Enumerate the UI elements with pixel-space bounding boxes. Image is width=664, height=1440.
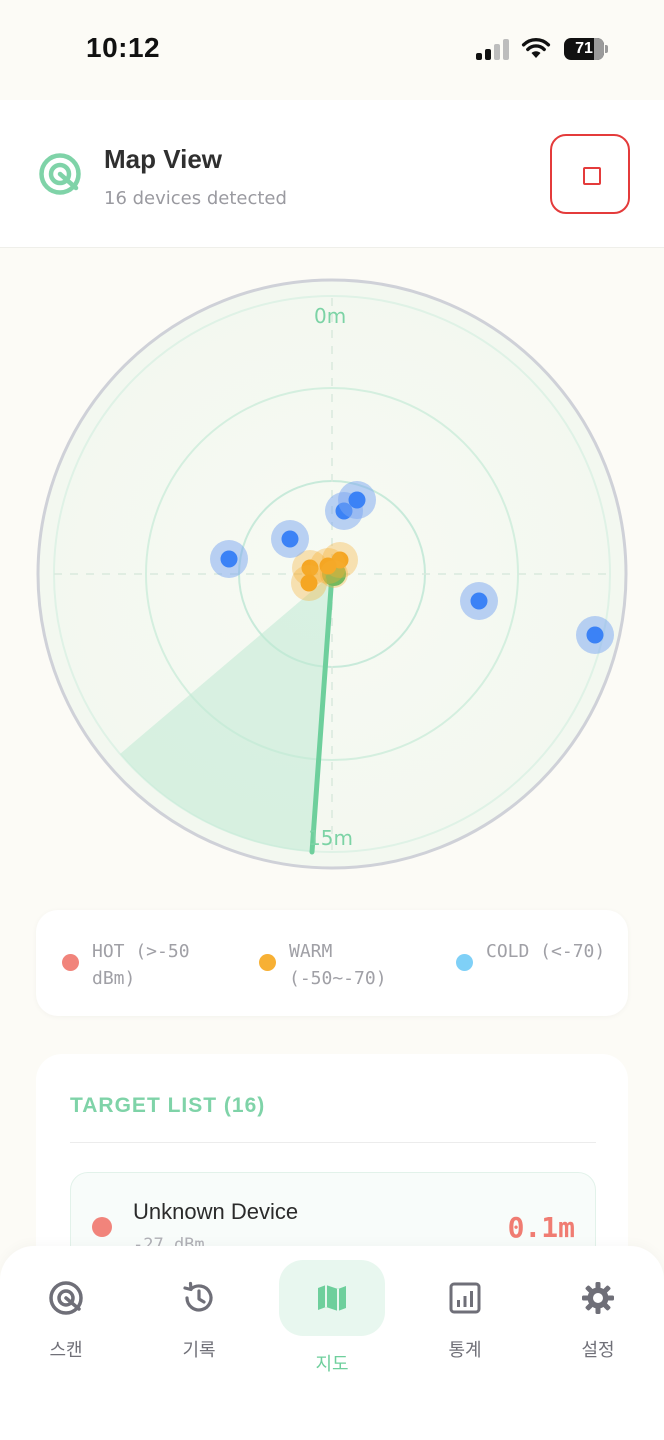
nav-label: 지도 — [315, 1354, 349, 1375]
chart-icon — [449, 1282, 481, 1314]
device-name: Unknown Device — [133, 1199, 299, 1224]
device-count: 16 devices detected — [104, 188, 287, 209]
nav-label: 통계 — [448, 1340, 482, 1361]
radar-icon — [49, 1281, 83, 1315]
device-distance: 0.1m — [507, 1211, 575, 1244]
nav-item-settings[interactable]: 설정 — [543, 1260, 653, 1372]
device-marker-warm[interactable] — [320, 560, 348, 588]
gear-icon — [582, 1282, 614, 1314]
status-time: 10:12 — [86, 32, 161, 63]
header: Map View 16 devices detected — [0, 100, 664, 248]
radar-label-top: 0m — [314, 304, 347, 328]
device-marker-cold[interactable] — [460, 582, 498, 620]
hot-dot — [62, 954, 79, 971]
legend-label: HOT (>-50 dBm) — [92, 941, 190, 989]
stop-icon — [583, 167, 601, 185]
device-marker-cold[interactable] — [338, 481, 376, 519]
radar-map: 0m 15m — [34, 278, 630, 874]
device-marker-cold[interactable] — [210, 540, 248, 578]
signal-icon — [476, 38, 510, 60]
divider — [70, 1142, 596, 1143]
nav-label: 스캔 — [49, 1340, 83, 1361]
nav-item-scan[interactable]: 스캔 — [11, 1260, 121, 1372]
nav-item-history[interactable]: 기록 — [144, 1260, 254, 1372]
hot-dot — [92, 1217, 112, 1237]
page-title: Map View — [104, 144, 223, 174]
nav-item-map[interactable]: 지도 — [277, 1260, 387, 1375]
bottom-nav: 스캔 기록 지도 통계 설정 — [0, 1246, 664, 1440]
nav-label: 설정 — [581, 1340, 615, 1361]
target-list-title: TARGET LIST (16) — [70, 1094, 266, 1117]
map-icon — [318, 1285, 346, 1311]
legend-label: WARM (-50~-70) — [289, 941, 387, 989]
battery-icon: 71 — [564, 38, 608, 60]
legend-label: COLD (<-70) — [486, 941, 606, 962]
wifi-icon — [521, 37, 551, 58]
history-icon — [183, 1281, 213, 1312]
nav-item-stats[interactable]: 통계 — [410, 1260, 520, 1372]
radar-label-bottom: 15m — [308, 826, 353, 850]
radar-canvas — [36, 278, 628, 870]
signal-legend: HOT (>-50 dBm) WARM (-50~-70) COLD (<-70… — [36, 910, 628, 1016]
nav-label: 기록 — [182, 1340, 216, 1361]
radar-icon — [39, 153, 81, 195]
status-bar: 10:12 71 — [0, 0, 664, 100]
warm-dot — [259, 954, 276, 971]
battery-level: 71 — [575, 40, 593, 57]
device-marker-cold[interactable] — [576, 616, 614, 654]
device-marker-cold[interactable] — [271, 520, 309, 558]
stop-scan-button[interactable] — [550, 134, 630, 214]
cold-dot — [456, 954, 473, 971]
